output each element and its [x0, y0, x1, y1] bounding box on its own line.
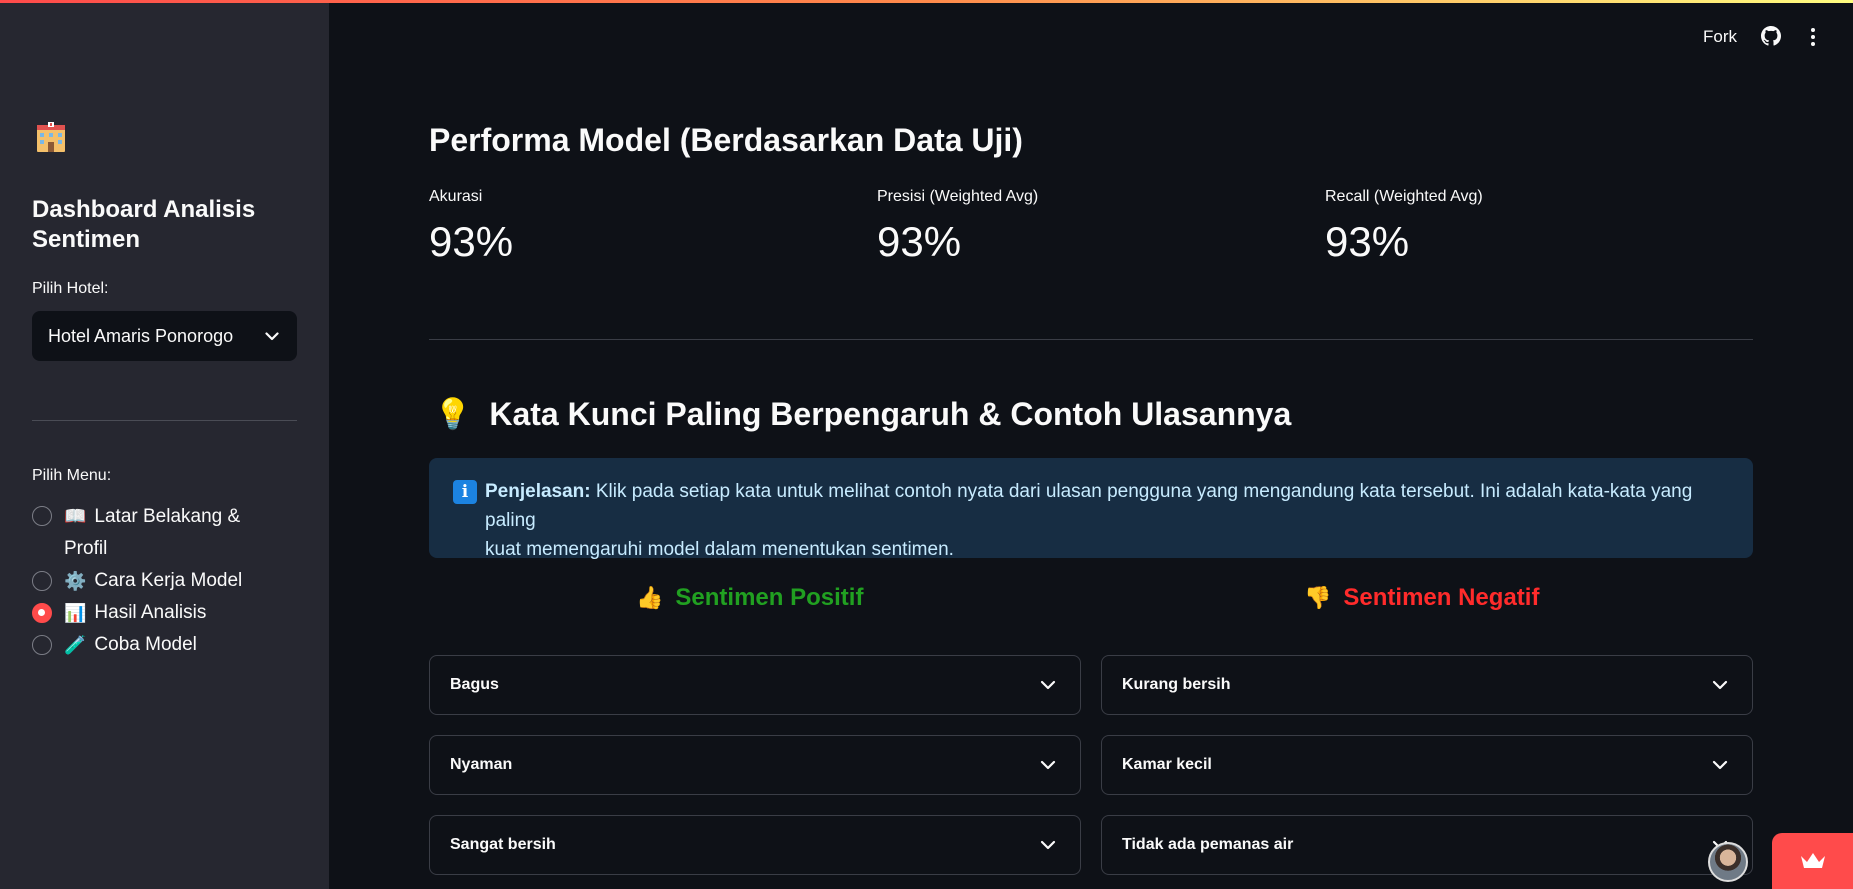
metric-recall: Recall (Weighted Avg) 93% — [1325, 188, 1725, 266]
negative-sentiment-heading: 👎 Sentimen Negatif — [1304, 584, 1539, 612]
sidebar-divider — [32, 420, 297, 421]
chevron-down-icon — [1040, 680, 1056, 690]
hotel-select-label: Pilih Hotel: — [32, 280, 109, 297]
menu-item-hasil-analisis[interactable]: 📊 Hasil Analisis — [32, 597, 302, 629]
menu-radio-group: 📖 Latar Belakang & Profil ⚙️ Cara Kerja M… — [32, 500, 302, 661]
thumbs-up-icon: 👍 — [636, 585, 664, 610]
fork-link[interactable]: Fork — [1703, 27, 1737, 47]
radio-button[interactable] — [32, 635, 52, 655]
info-alert: i Penjelasan: Klik pada setiap kata untu… — [429, 458, 1753, 560]
menu-item-label: Latar Belakang & — [94, 506, 241, 527]
expander-label: Kamar kecil — [1122, 756, 1212, 773]
crown-icon — [1800, 853, 1825, 868]
menu-label: Pilih Menu: — [32, 467, 112, 484]
sidebar-title: Dashboard Analisis Sentimen — [32, 196, 256, 253]
positive-sentiment-title: Sentimen Positif — [675, 584, 864, 611]
metric-label: Recall (Weighted Avg) — [1325, 188, 1483, 205]
metric-label: Presisi (Weighted Avg) — [877, 188, 1039, 205]
info-icon: i — [453, 480, 477, 504]
expander-label: Tidak ada pemanas air — [1122, 836, 1294, 853]
performance-title: Performa Model (Berdasarkan Data Uji) — [429, 122, 1023, 158]
avatar[interactable] — [1708, 842, 1748, 882]
menu-item-label: Cara Kerja Model — [94, 570, 243, 591]
radio-button[interactable] — [32, 506, 52, 526]
metric-value: 93% — [877, 218, 962, 265]
keywords-title-text: Kata Kunci Paling Berpengaruh & Contoh U… — [489, 396, 1292, 432]
menu-item-label-continued: Profil — [64, 538, 108, 559]
metric-value: 93% — [1325, 218, 1410, 265]
expander-label: Bagus — [450, 676, 499, 693]
vertical-dots-icon[interactable] — [1805, 26, 1821, 48]
metric-akurasi: Akurasi 93% — [429, 188, 829, 266]
hotel-select-value: Hotel Amaris Ponorogo — [48, 325, 234, 346]
menu-item-coba-model[interactable]: 🧪 Coba Model — [32, 629, 302, 661]
menu-item-cara-kerja[interactable]: ⚙️ Cara Kerja Model — [32, 565, 302, 597]
expander-positive-sangat-bersih[interactable]: Sangat bersih — [429, 815, 1081, 875]
info-line-1: Klik pada setiap kata untuk melihat cont… — [485, 481, 1693, 531]
chevron-down-icon — [1712, 680, 1728, 690]
radio-button[interactable] — [32, 571, 52, 591]
bar-chart-icon: 📊 — [64, 603, 87, 623]
expander-label: Kurang bersih — [1122, 676, 1231, 693]
lightbulb-icon: 💡 — [434, 398, 472, 431]
expander-label: Nyaman — [450, 756, 513, 773]
top-decoration-bar — [0, 0, 1853, 3]
metric-presisi: Presisi (Weighted Avg) 93% — [877, 188, 1277, 266]
expander-negative-kamar-kecil[interactable]: Kamar kecil — [1101, 735, 1753, 795]
streamlit-badge[interactable] — [1772, 833, 1853, 889]
positive-sentiment-heading: 👍 Sentimen Positif — [636, 584, 863, 612]
info-bold-label: Penjelasan: — [485, 481, 591, 502]
menu-item-label: Coba Model — [94, 634, 197, 655]
metric-label: Akurasi — [429, 188, 483, 205]
negative-sentiment-title: Sentimen Negatif — [1343, 584, 1540, 611]
expander-negative-pemanas-air[interactable]: Tidak ada pemanas air — [1101, 815, 1753, 875]
chevron-down-icon — [265, 331, 279, 340]
book-icon: 📖 — [64, 506, 87, 526]
sidebar: Dashboard Analisis Sentimen Pilih Hotel:… — [0, 0, 329, 889]
gear-icon: ⚙️ — [64, 571, 87, 591]
info-line-2: kuat memengaruhi model dalam menentukan … — [485, 539, 954, 560]
hotel-icon — [37, 122, 65, 152]
chevron-down-icon — [1712, 760, 1728, 770]
keywords-title: 💡 Kata Kunci Paling Berpengaruh & Contoh… — [434, 396, 1291, 433]
info-text: Penjelasan: Klik pada setiap kata untuk … — [485, 477, 1727, 560]
hotel-select[interactable]: Hotel Amaris Ponorogo — [32, 311, 297, 361]
thumbs-down-icon: 👎 — [1304, 585, 1332, 610]
expander-negative-kurang-bersih[interactable]: Kurang bersih — [1101, 655, 1753, 715]
expander-label: Sangat bersih — [450, 836, 556, 853]
metric-value: 93% — [429, 218, 514, 265]
test-tube-icon: 🧪 — [64, 635, 87, 655]
expander-positive-bagus[interactable]: Bagus — [429, 655, 1081, 715]
chevron-down-icon — [1040, 840, 1056, 850]
github-icon[interactable] — [1761, 26, 1781, 46]
menu-item-latar-belakang[interactable]: 📖 Latar Belakang & Profil — [32, 500, 302, 565]
chevron-down-icon — [1040, 760, 1056, 770]
expander-positive-nyaman[interactable]: Nyaman — [429, 735, 1081, 795]
radio-button-selected[interactable] — [32, 603, 52, 623]
menu-item-label: Hasil Analisis — [94, 602, 207, 623]
main-divider — [429, 339, 1753, 340]
